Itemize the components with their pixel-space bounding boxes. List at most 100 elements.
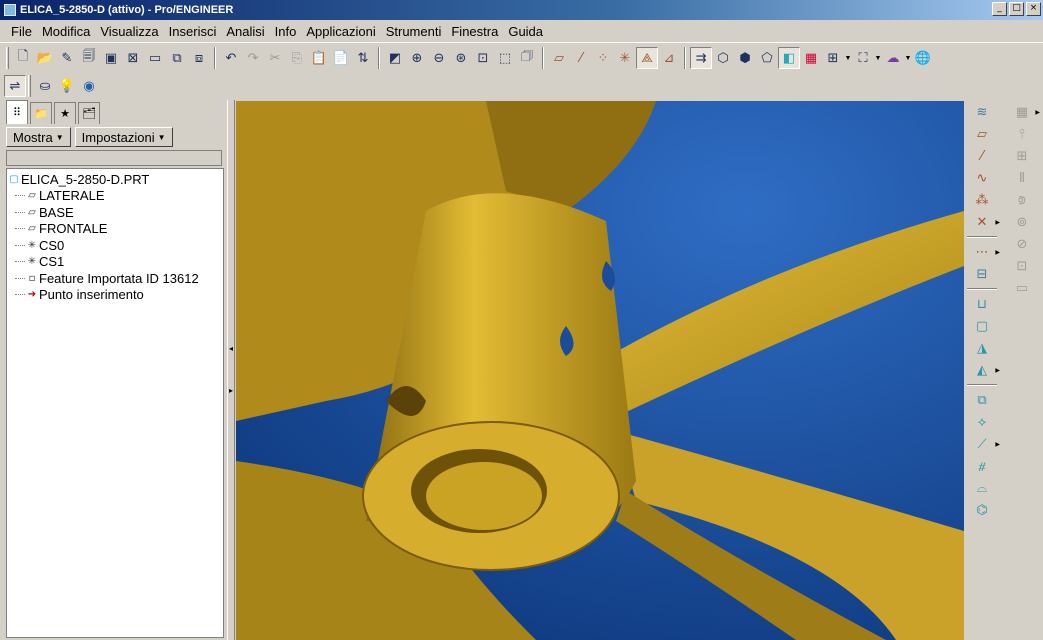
chevron-down-icon[interactable]: ▼: [844, 55, 852, 62]
shading-icon[interactable]: ◧: [778, 47, 800, 69]
show-dropdown[interactable]: Mostra ▼: [6, 127, 71, 147]
annotation-icon[interactable]: ⊿: [658, 47, 680, 69]
offset-icon[interactable]: ⊚: [1010, 211, 1034, 233]
menu-analisi[interactable]: Analisi: [221, 24, 269, 39]
intersect-icon[interactable]: ▭: [1010, 277, 1034, 299]
tree-root[interactable]: ▢ ELICA_5-2850-D.PRT: [7, 171, 223, 188]
maximize-button[interactable]: □: [1009, 2, 1024, 16]
chevron-down-icon[interactable]: ▼: [874, 55, 882, 62]
datum-point-icon[interactable]: ⁘: [592, 47, 614, 69]
regenerate-icon[interactable]: ⇅: [352, 47, 374, 69]
filter-bar[interactable]: [6, 150, 222, 166]
wireframe-icon[interactable]: ⬡: [712, 47, 734, 69]
tree-item-imported-feature[interactable]: ▫ Feature Importata ID 13612: [7, 270, 223, 287]
datum-point-icon[interactable]: ⁂: [970, 189, 994, 211]
menu-file[interactable]: File: [6, 24, 37, 39]
relations-icon[interactable]: ⛶: [852, 47, 874, 69]
round-icon[interactable]: ⌓: [970, 477, 994, 499]
spin-center-icon[interactable]: ⟁: [636, 47, 658, 69]
datum-curve-icon[interactable]: ∿: [970, 167, 994, 189]
paste-icon[interactable]: 📋: [308, 47, 330, 69]
tree-item-cs1[interactable]: ✳ CS1: [7, 254, 223, 271]
hole-icon[interactable]: ⧉: [970, 389, 994, 411]
shell-icon[interactable]: ⟡: [970, 411, 994, 433]
mirror-icon[interactable]: ⫯: [1010, 123, 1034, 145]
thicken-icon[interactable]: ⊘: [1010, 233, 1034, 255]
menu-finestra[interactable]: Finestra: [446, 24, 503, 39]
layer-tab[interactable]: 📁: [30, 102, 52, 124]
measure-icon[interactable]: ⊞: [822, 47, 844, 69]
menu-applicazioni[interactable]: Applicazioni: [301, 24, 380, 39]
refit-icon[interactable]: ⊛: [450, 47, 472, 69]
window-icon[interactable]: ▣: [100, 47, 122, 69]
cut-icon[interactable]: ✂: [264, 47, 286, 69]
datum-axis-icon[interactable]: ⁄: [570, 47, 592, 69]
chevron-right-icon[interactable]: ▶: [995, 367, 1000, 374]
chamfer-icon[interactable]: ⌬: [970, 499, 994, 521]
chevron-right-icon[interactable]: ▶: [995, 249, 1000, 256]
paste-special-icon[interactable]: 📄: [330, 47, 352, 69]
menu-info[interactable]: Info: [270, 24, 302, 39]
folder-tab[interactable]: 🗂: [78, 102, 100, 124]
menu-guida[interactable]: Guida: [503, 24, 548, 39]
pattern-icon[interactable]: ▦ ▶: [1010, 101, 1040, 123]
menu-inserisci[interactable]: Inserisci: [164, 24, 222, 39]
trim-icon[interactable]: ⫴: [1010, 167, 1034, 189]
save-icon[interactable]: ✎: [56, 47, 78, 69]
toolbar-grip[interactable]: [28, 75, 31, 97]
settings-dropdown[interactable]: Impostazioni ▼: [74, 127, 173, 147]
toolbar-grip[interactable]: [6, 47, 9, 69]
erase-icon[interactable]: ▭: [144, 47, 166, 69]
close-button[interactable]: ×: [1026, 2, 1041, 16]
extrude-icon[interactable]: ⊔: [970, 293, 994, 315]
no-hidden-icon[interactable]: ⬠: [756, 47, 778, 69]
datum-plane-icon[interactable]: ▱: [548, 47, 570, 69]
datum-plane-icon[interactable]: ▱: [970, 123, 994, 145]
collapse-left-icon[interactable]: ◂: [229, 344, 233, 353]
model-tree-toggle-icon[interactable]: ⇌: [4, 75, 26, 97]
feature-icon[interactable]: ⛀: [34, 75, 56, 97]
graphics-window[interactable]: [236, 101, 964, 640]
saved-views-icon[interactable]: ⬚: [494, 47, 516, 69]
extend-icon[interactable]: ⟄: [1010, 189, 1034, 211]
color-icon[interactable]: ▦: [800, 47, 822, 69]
chevron-right-icon[interactable]: ▶: [995, 441, 1000, 448]
appearance-icon[interactable]: ☁: [882, 47, 904, 69]
tree-item-frontale[interactable]: ▱ FRONTALE: [7, 221, 223, 238]
menu-visualizza[interactable]: Visualizza: [95, 24, 163, 39]
csys-icon[interactable]: ✕ ▶: [970, 211, 1000, 233]
bulb-icon[interactable]: 💡: [56, 75, 78, 97]
menu-strumenti[interactable]: Strumenti: [381, 24, 447, 39]
zoom-in-icon[interactable]: ⊕: [406, 47, 428, 69]
revolve-icon[interactable]: ▢: [970, 315, 994, 337]
menu-modifica[interactable]: Modifica: [37, 24, 95, 39]
sweep-icon[interactable]: ◮: [970, 337, 994, 359]
tree-item-insert-here[interactable]: ➔ Punto inserimento: [7, 287, 223, 304]
favorites-tab[interactable]: ★: [54, 102, 76, 124]
layers-icon[interactable]: 🗇: [516, 47, 538, 69]
chevron-right-icon[interactable]: ▶: [995, 219, 1000, 226]
copy-icon[interactable]: ⎘: [286, 47, 308, 69]
new-icon[interactable]: 🗋: [12, 47, 34, 69]
tree-item-base[interactable]: ▱ BASE: [7, 204, 223, 221]
backup-icon[interactable]: ⧉: [166, 47, 188, 69]
model-tree-tab[interactable]: ⠿: [6, 100, 28, 124]
export-icon[interactable]: ⧈: [188, 47, 210, 69]
save-copy-icon[interactable]: 🗐: [78, 47, 100, 69]
draft-icon[interactable]: ⧣: [970, 455, 994, 477]
web-browser-icon[interactable]: 🌐: [912, 47, 934, 69]
sketch-tool-icon[interactable]: ⊟: [970, 263, 994, 285]
redo-icon[interactable]: ↷: [242, 47, 264, 69]
open-icon[interactable]: 📂: [34, 47, 56, 69]
csys-icon[interactable]: ✳: [614, 47, 636, 69]
minimize-button[interactable]: _: [992, 2, 1007, 16]
expand-right-icon[interactable]: ▸: [229, 386, 233, 395]
sketch-icon[interactable]: ≋: [970, 101, 994, 123]
chevron-right-icon[interactable]: ▶: [1035, 109, 1040, 116]
zoom-out-icon[interactable]: ⊖: [428, 47, 450, 69]
tree-item-cs0[interactable]: ✳ CS0: [7, 237, 223, 254]
merge-icon[interactable]: ⊞: [1010, 145, 1034, 167]
hidden-line-icon[interactable]: ⬢: [734, 47, 756, 69]
analysis-icon[interactable]: ⋯ ▶: [970, 241, 1001, 263]
help-icon[interactable]: ◉: [78, 75, 100, 97]
